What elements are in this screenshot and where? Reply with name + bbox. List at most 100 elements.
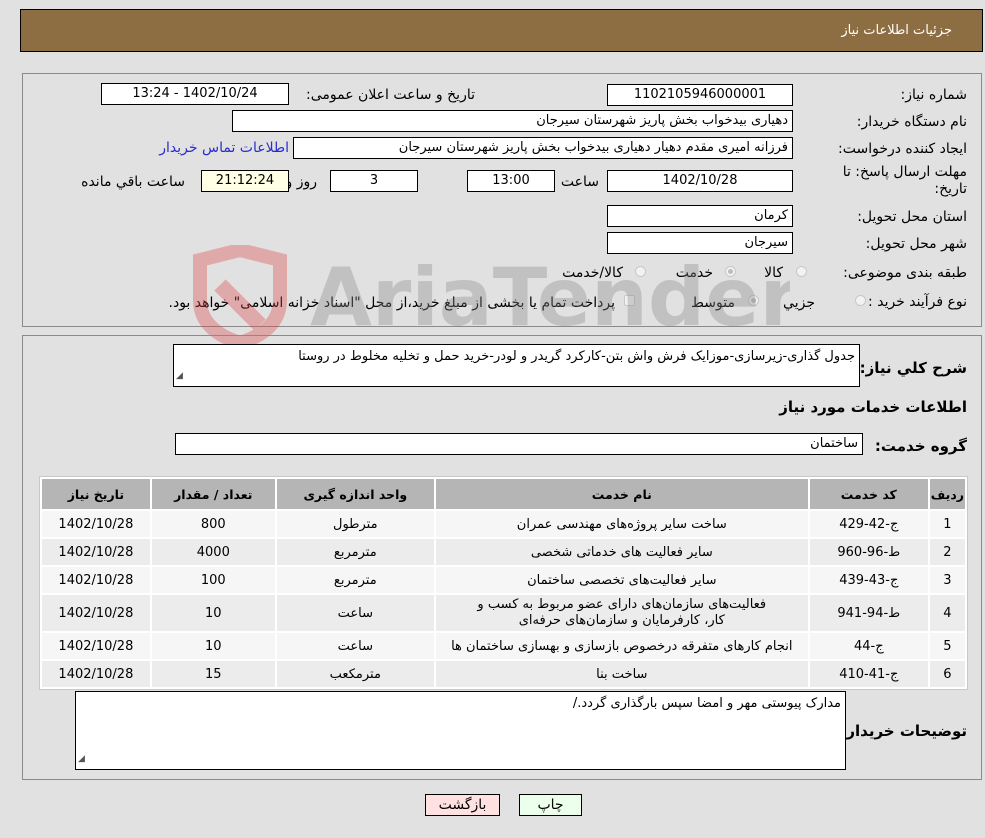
- table-row: 6 ج-41-410 ساخت بنا مترمکعب 15 1402/10/2…: [42, 661, 965, 687]
- remaining-time-label: ساعت باقي مانده: [81, 174, 185, 190]
- back-button[interactable]: بازگشت: [425, 794, 500, 816]
- deadline-time-label: ساعت: [560, 174, 599, 190]
- cell-need-date: 1402/10/28: [42, 539, 150, 565]
- buyer-notes-textarea[interactable]: مدارک پیوستی مهر و امضا سپس بارگذاری گرد…: [75, 691, 846, 770]
- resize-handle-icon[interactable]: ◢: [176, 367, 183, 385]
- days-label: روز و: [285, 174, 318, 190]
- category-option-goods: کالا: [764, 265, 783, 281]
- service-group-field[interactable]: ساختمان: [175, 433, 863, 455]
- cell-quantity: 4000: [151, 539, 275, 565]
- cell-unit: مترطول: [276, 511, 434, 537]
- col-service-code: کد خدمت: [809, 479, 928, 509]
- page-title: جزئیات اطلاعات نیاز: [841, 23, 952, 38]
- resize-handle-icon[interactable]: ◢: [78, 750, 85, 768]
- deadline-label: مهلت ارسال پاسخ: تا تاریخ:: [843, 164, 967, 198]
- services-table: ردیف کد خدمت نام خدمت واحد اندازه گیری ت…: [40, 477, 967, 689]
- table-row: 3 ج-43-439 سایر فعالیت‌های تخصصی ساختمان…: [42, 567, 965, 593]
- cell-need-date: 1402/10/28: [42, 633, 150, 659]
- cell-row-number: 2: [929, 539, 965, 565]
- cell-row-number: 4: [929, 595, 965, 631]
- table-row: 1 ج-42-429 ساخت سایر پروژه‌های مهندسی عم…: [42, 511, 965, 537]
- cell-service-code: ج-44: [809, 633, 928, 659]
- process-option-medium: متوسط: [691, 295, 735, 311]
- deadline-date-field[interactable]: 1402/10/28: [607, 170, 793, 192]
- cell-row-number: 5: [929, 633, 965, 659]
- process-radio-minor[interactable]: [855, 295, 866, 306]
- cell-unit: مترمکعب: [276, 661, 434, 687]
- cell-unit: مترمربع: [276, 567, 434, 593]
- process-option-minor: جزیي: [783, 295, 815, 311]
- col-need-date: تاریخ نیاز: [42, 479, 150, 509]
- process-radio-medium[interactable]: [748, 295, 759, 306]
- need-number-label: شماره نیاز:: [900, 87, 968, 103]
- category-label: طبقه بندی موضوعی:: [843, 265, 967, 281]
- announce-datetime-label: تاریخ و ساعت اعلان عمومی:: [306, 87, 475, 103]
- need-number-field[interactable]: 1102105946000001: [607, 84, 793, 106]
- table-header-row: ردیف کد خدمت نام خدمت واحد اندازه گیری ت…: [42, 479, 965, 509]
- summary-text: جدول گذاری-زیرسازی-موزایک فرش واش بتن-کا…: [298, 349, 855, 364]
- deadline-time-field[interactable]: 13:00: [467, 170, 555, 192]
- city-field[interactable]: سیرجان: [607, 232, 793, 254]
- buyer-contact-link[interactable]: اطلاعات تماس خریدار: [159, 140, 289, 156]
- col-row-number: ردیف: [929, 479, 965, 509]
- creator-label: ایجاد کننده درخواست:: [838, 141, 967, 157]
- col-unit: واحد اندازه گیری: [276, 479, 434, 509]
- treasury-checkbox[interactable]: [624, 295, 635, 306]
- table-row: 5 ج-44 انجام کارهای متفرقه درخصوص بازساز…: [42, 633, 965, 659]
- cell-row-number: 3: [929, 567, 965, 593]
- summary-textarea[interactable]: جدول گذاری-زیرسازی-موزایک فرش واش بتن-کا…: [173, 344, 860, 387]
- cell-quantity: 800: [151, 511, 275, 537]
- cell-service-code: ط-94-941: [809, 595, 928, 631]
- service-group-label: گروه خدمت:: [874, 437, 967, 455]
- page-header: جزئیات اطلاعات نیاز: [20, 9, 983, 52]
- buyer-org-field[interactable]: دهیاری بیدخواب بخش پاریز شهرستان سیرجان: [232, 110, 793, 132]
- cell-need-date: 1402/10/28: [42, 511, 150, 537]
- print-button[interactable]: چاپ: [519, 794, 582, 816]
- remaining-days-field[interactable]: 3: [330, 170, 418, 192]
- col-quantity: تعداد / مقدار: [151, 479, 275, 509]
- summary-label: شرح کلي نیاز:: [859, 359, 967, 377]
- cell-quantity: 10: [151, 595, 275, 631]
- cell-service-name: ساخت بنا: [435, 661, 808, 687]
- cell-service-name: ساخت سایر پروژه‌های مهندسی عمران: [435, 511, 808, 537]
- category-option-goods-service: کالا/خدمت: [562, 265, 623, 281]
- cell-need-date: 1402/10/28: [42, 661, 150, 687]
- cell-service-code: ج-43-439: [809, 567, 928, 593]
- cell-quantity: 10: [151, 633, 275, 659]
- deadline-label-line1: مهلت ارسال پاسخ: تا: [842, 164, 967, 180]
- purchase-process-label: نوع فرآیند خرید :: [868, 294, 967, 310]
- cell-service-name: سایر فعالیت های خدماتی شخصی: [435, 539, 808, 565]
- category-radio-goods-service[interactable]: [635, 266, 646, 277]
- category-radio-service[interactable]: [725, 266, 736, 277]
- table-row: 4 ط-94-941 فعالیت‌های سازمان‌های دارای ع…: [42, 595, 965, 631]
- table-row: 2 ط-96-960 سایر فعالیت های خدماتی شخصی م…: [42, 539, 965, 565]
- cell-need-date: 1402/10/28: [42, 567, 150, 593]
- cell-service-code: ج-42-429: [809, 511, 928, 537]
- cell-row-number: 1: [929, 511, 965, 537]
- category-option-service: خدمت: [675, 265, 713, 281]
- services-table-container: ردیف کد خدمت نام خدمت واحد اندازه گیری ت…: [39, 476, 968, 690]
- buyer-org-label: نام دستگاه خریدار:: [856, 114, 967, 130]
- province-label: استان محل تحویل:: [857, 209, 967, 225]
- category-radio-goods[interactable]: [796, 266, 807, 277]
- cell-service-code: ط-96-960: [809, 539, 928, 565]
- cell-unit: ساعت: [276, 595, 434, 631]
- cell-row-number: 6: [929, 661, 965, 687]
- buyer-notes-text: مدارک پیوستی مهر و امضا سپس بارگذاری گرد…: [572, 696, 841, 711]
- cell-service-name: سایر فعالیت‌های تخصصی ساختمان: [435, 567, 808, 593]
- treasury-note: پرداخت تمام یا بخشی از مبلغ خرید،از محل …: [168, 295, 615, 311]
- cell-service-code: ج-41-410: [809, 661, 928, 687]
- buyer-notes-label: توضیحات خریدار:: [840, 722, 967, 740]
- cell-service-name: انجام کارهای متفرقه درخصوص بازسازی و بهس…: [435, 633, 808, 659]
- creator-field[interactable]: فرزانه امیری مقدم دهیار دهیاری بیدخواب ب…: [293, 137, 793, 159]
- city-label: شهر محل تحویل:: [865, 236, 967, 252]
- cell-unit: ساعت: [276, 633, 434, 659]
- cell-service-name: فعالیت‌های سازمان‌های دارای عضو مربوط به…: [435, 595, 808, 631]
- col-service-name: نام خدمت: [435, 479, 808, 509]
- deadline-label-line2: تاریخ:: [934, 181, 967, 197]
- province-field[interactable]: کرمان: [607, 205, 793, 227]
- announce-datetime-field[interactable]: 1402/10/24 - 13:24: [101, 83, 289, 105]
- cell-quantity: 15: [151, 661, 275, 687]
- cell-unit: مترمربع: [276, 539, 434, 565]
- remaining-time-field: 21:12:24: [201, 170, 289, 192]
